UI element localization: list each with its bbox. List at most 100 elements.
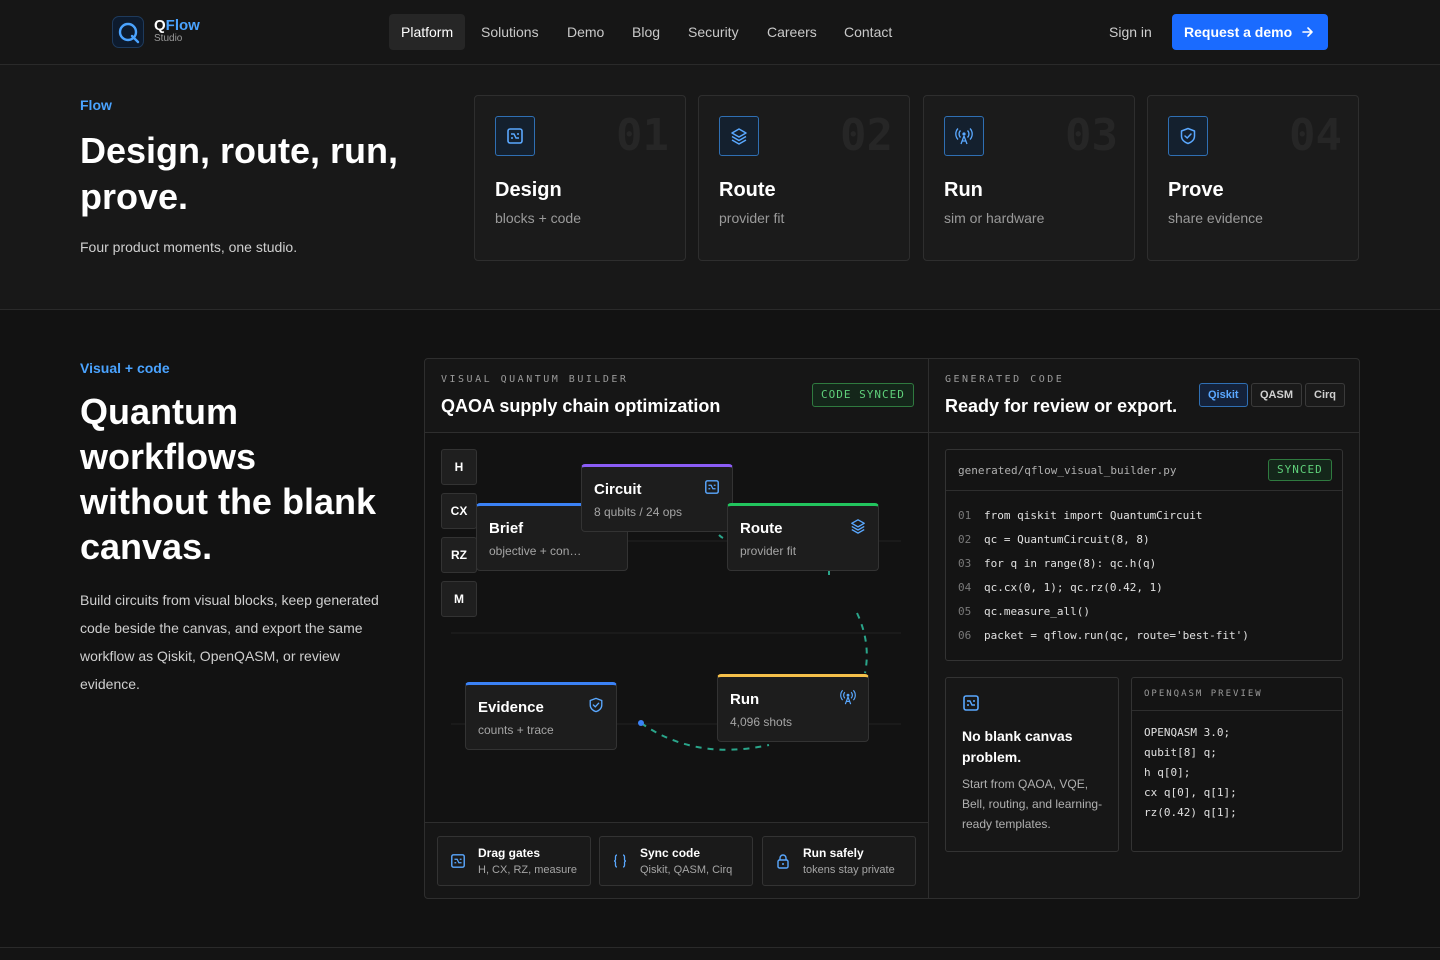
line-number: 06 bbox=[958, 629, 972, 642]
nav-contact[interactable]: Contact bbox=[832, 14, 904, 50]
step-card-prove[interactable]: 04 Prove share evidence bbox=[1147, 95, 1359, 261]
step-card-run[interactable]: 03 Run sim or hardware bbox=[923, 95, 1135, 261]
step-card-design[interactable]: 01 Design blocks + code bbox=[474, 95, 686, 261]
feature-title: Run safely bbox=[803, 846, 864, 860]
code-line: 05 qc.measure_all() bbox=[958, 605, 1090, 618]
nav-demo[interactable]: Demo bbox=[555, 14, 616, 50]
node-evidence[interactable]: Evidence counts + trace bbox=[465, 682, 617, 750]
request-demo-button[interactable]: Request a demo bbox=[1172, 14, 1328, 50]
sign-in-link[interactable]: Sign in bbox=[1109, 14, 1152, 50]
card-title: No blank canvas problem. bbox=[962, 728, 1073, 765]
step-number: 04 bbox=[1289, 110, 1342, 161]
connector-circuit-route bbox=[718, 534, 728, 540]
card-text: Start from QAOA, VQE, Bell, routing, and… bbox=[962, 777, 1103, 831]
line-text: for q in range(8): qc.h(q) bbox=[984, 557, 1157, 570]
visual-title-line-2: workflows bbox=[80, 436, 257, 477]
code-header: GENERATED CODE Ready for review or expor… bbox=[929, 359, 1359, 433]
node-title: Brief bbox=[489, 520, 524, 537]
builder-header: VISUAL QUANTUM BUILDER QAOA supply chain… bbox=[425, 359, 928, 433]
builder-canvas[interactable]: H CX RZ M Brief objective + con… Circuit… bbox=[425, 433, 928, 823]
nav-blog[interactable]: Blog bbox=[620, 14, 672, 50]
step-title: Route bbox=[719, 179, 776, 201]
brand-sub: Studio bbox=[154, 33, 183, 44]
layers-icon bbox=[731, 128, 747, 145]
node-route[interactable]: Route provider fit bbox=[727, 503, 879, 571]
node-run[interactable]: Run 4,096 shots bbox=[717, 674, 869, 742]
step-icon-wrap bbox=[495, 116, 535, 156]
braces-icon bbox=[613, 854, 627, 868]
line-text: from qiskit import QuantumCircuit bbox=[984, 509, 1203, 522]
step-icon-wrap bbox=[719, 116, 759, 156]
step-subtitle: blocks + code bbox=[495, 210, 581, 226]
request-demo-label: Request a demo bbox=[1184, 24, 1293, 40]
feature-sync-code: Sync code Qiskit, QASM, Cirq bbox=[599, 836, 753, 886]
circuit-icon bbox=[507, 128, 523, 144]
generated-code-pane: GENERATED CODE Ready for review or expor… bbox=[929, 359, 1359, 898]
node-title: Run bbox=[730, 691, 760, 708]
code-filename: generated/qflow_visual_builder.py bbox=[958, 464, 1177, 477]
openqasm-preview: OPENQASM PREVIEW OPENQASM 3.0; qubit[8] … bbox=[1131, 677, 1343, 852]
nav-platform[interactable]: Platform bbox=[389, 14, 466, 50]
gate-h[interactable]: H bbox=[441, 449, 477, 485]
gate-rz[interactable]: RZ bbox=[441, 537, 477, 573]
step-title: Prove bbox=[1168, 179, 1224, 201]
code-editor[interactable]: generated/qflow_visual_builder.py SYNCED… bbox=[945, 449, 1343, 661]
node-title: Evidence bbox=[478, 699, 544, 716]
connector-dot bbox=[638, 720, 644, 726]
qasm-line: rz(0.42) q[1]; bbox=[1144, 806, 1237, 819]
antenna-icon bbox=[955, 128, 973, 145]
line-text: qc.cx(0, 1); qc.rz(0.42, 1) bbox=[984, 581, 1163, 594]
visual-eyebrow: Visual + code bbox=[80, 360, 170, 376]
flow-title-line-2: prove. bbox=[80, 176, 189, 217]
visual-title-line-3: without the blank bbox=[80, 481, 376, 522]
visual-builder: VISUAL QUANTUM BUILDER QAOA supply chain… bbox=[425, 359, 929, 898]
gate-cx[interactable]: CX bbox=[441, 493, 477, 529]
arrow-right-icon bbox=[1302, 27, 1313, 37]
gate-m[interactable]: M bbox=[441, 581, 477, 617]
feature-subtitle: tokens stay private bbox=[803, 864, 895, 876]
step-card-route[interactable]: 02 Route provider fit bbox=[698, 95, 910, 261]
line-text: qc.measure_all() bbox=[984, 605, 1090, 618]
logo-mark[interactable] bbox=[112, 16, 144, 48]
no-blank-canvas-card: No blank canvas problem. Start from QAOA… bbox=[945, 677, 1119, 852]
code-line: 03 for q in range(8): qc.h(q) bbox=[958, 557, 1156, 570]
brand-name-b: Flow bbox=[165, 17, 200, 34]
connector-route-run bbox=[856, 612, 868, 674]
builder-eyebrow: VISUAL QUANTUM BUILDER bbox=[441, 374, 629, 385]
line-text: qc = QuantumCircuit(8, 8) bbox=[984, 533, 1150, 546]
flow-eyebrow: Flow bbox=[80, 97, 112, 113]
visual-title: Quantum workflows without the blank canv… bbox=[80, 389, 376, 569]
step-title: Run bbox=[944, 179, 983, 201]
step-subtitle: share evidence bbox=[1168, 210, 1263, 226]
nav-careers[interactable]: Careers bbox=[755, 14, 829, 50]
tab-qiskit[interactable]: Qiskit bbox=[1199, 383, 1248, 407]
tab-cirq[interactable]: Cirq bbox=[1305, 383, 1345, 407]
line-number: 04 bbox=[958, 581, 972, 594]
q-logo-icon bbox=[118, 22, 140, 44]
brand-name[interactable]: QFlow bbox=[154, 18, 200, 34]
code-line: 02 qc = QuantumCircuit(8, 8) bbox=[958, 533, 1150, 546]
qasm-line: h q[0]; bbox=[1144, 766, 1191, 779]
shield-icon bbox=[589, 697, 603, 713]
step-icon-wrap bbox=[1168, 116, 1208, 156]
flow-lead: Four product moments, one studio. bbox=[80, 239, 298, 255]
line-number: 05 bbox=[958, 605, 972, 618]
nav-solutions[interactable]: Solutions bbox=[469, 14, 551, 50]
code-title: Ready for review or export. bbox=[945, 396, 1178, 416]
code-eyebrow: GENERATED CODE bbox=[945, 374, 1065, 385]
step-subtitle: provider fit bbox=[719, 210, 785, 226]
feature-drag-gates: Drag gates H, CX, RZ, measure bbox=[437, 836, 591, 886]
feature-run-safely: Run safely tokens stay private bbox=[762, 836, 916, 886]
top-nav: QFlow Studio Platform Solutions Demo Blo… bbox=[0, 0, 1440, 65]
feature-title: Sync code bbox=[640, 846, 701, 860]
step-title: Design bbox=[495, 179, 562, 201]
node-circuit[interactable]: Circuit 8 qubits / 24 ops bbox=[581, 464, 733, 532]
tab-qasm[interactable]: QASM bbox=[1251, 383, 1302, 407]
qasm-line: cx q[0], q[1]; bbox=[1144, 786, 1237, 799]
node-subtitle: provider fit bbox=[740, 544, 797, 558]
step-number: 01 bbox=[616, 110, 669, 161]
divider bbox=[1132, 710, 1342, 711]
nav-security[interactable]: Security bbox=[676, 14, 751, 50]
node-subtitle: 8 qubits / 24 ops bbox=[594, 505, 683, 519]
circuit-icon bbox=[705, 480, 719, 494]
